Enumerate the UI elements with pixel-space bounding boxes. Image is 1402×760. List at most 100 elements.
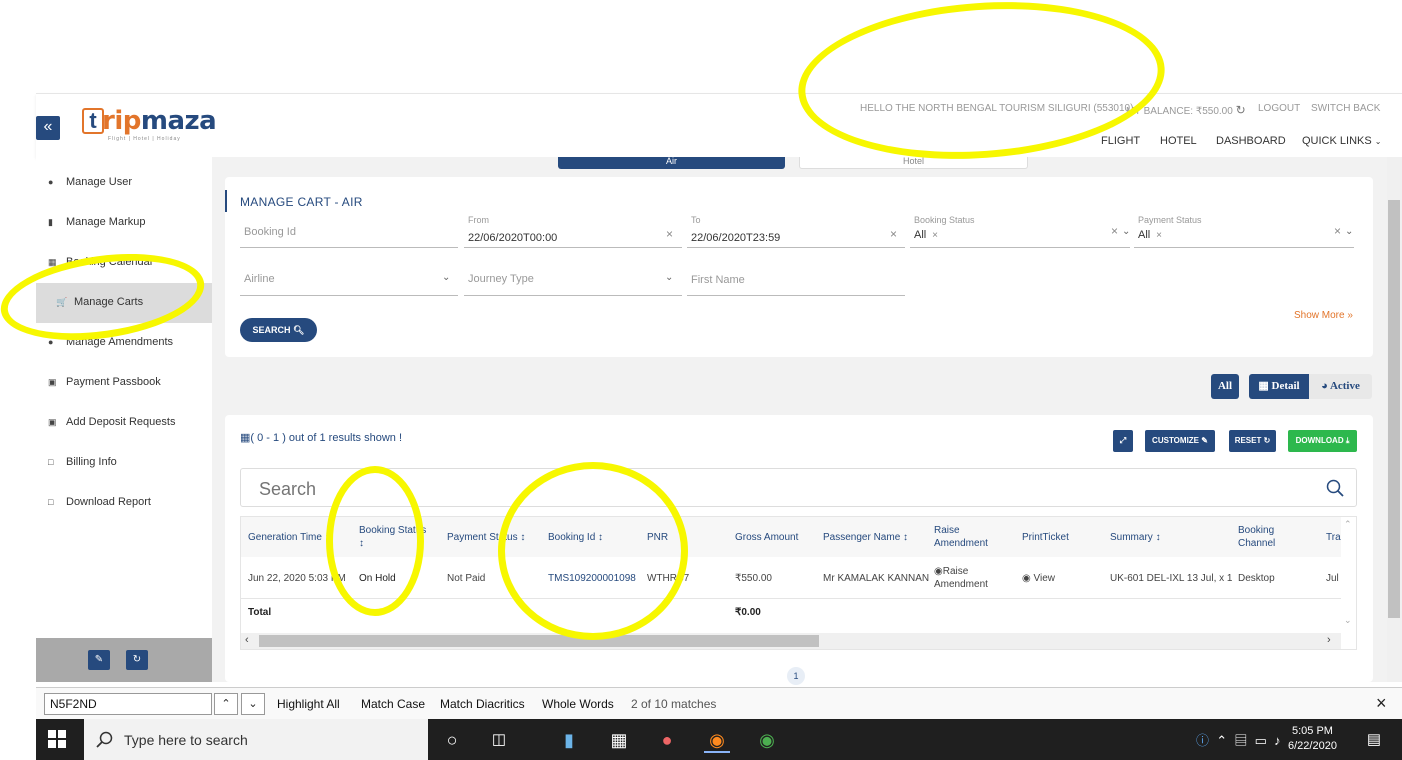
scroll-right-icon[interactable]: ›	[1327, 634, 1331, 646]
view-ticket-link[interactable]: ◉ View	[1022, 572, 1055, 585]
clear-from-icon[interactable]: ×	[666, 227, 673, 241]
booking-status-select[interactable]: All ×	[914, 229, 938, 241]
sidebar-item-label: Add Deposit Requests	[66, 416, 176, 428]
refresh-balance-icon[interactable]: ↻	[1236, 103, 1246, 117]
filter-card	[225, 177, 1373, 357]
pagination-page[interactable]: 1	[787, 667, 805, 685]
nav-quick-links[interactable]: QUICK LINKS ⌄	[1302, 135, 1381, 147]
table-horizontal-scrollbar[interactable]: ‹ ›	[241, 633, 1341, 649]
header-booking-channel[interactable]: Booking Channel	[1238, 524, 1288, 550]
sidebar-item-payment-passbook[interactable]: ▣ Payment Passbook	[36, 363, 212, 403]
results-count: ▦( 0 - 1 ) out of 1 results shown !	[240, 431, 402, 444]
task-view-icon[interactable]: ◫	[486, 727, 512, 753]
customize-button[interactable]: CUSTOMIZE ✎	[1145, 430, 1215, 452]
raise-amendment-link[interactable]: ◉Raise Amendment	[934, 565, 996, 591]
header-raise-amendment[interactable]: Raise Amendment	[934, 524, 994, 550]
whole-words-toggle[interactable]: Whole Words	[542, 697, 614, 711]
remove-tag-icon[interactable]: ×	[929, 230, 938, 241]
to-date-input[interactable]: 22/06/2020T23:59	[691, 232, 780, 244]
match-diacritics-toggle[interactable]: Match Diacritics	[440, 697, 525, 711]
header-generation-time[interactable]: Generation Time ↕	[248, 531, 330, 544]
switch-back-link[interactable]: SWITCH BACK	[1311, 103, 1380, 114]
notifications-icon[interactable]: ▤	[1361, 727, 1387, 753]
header-gross-amount[interactable]: Gross Amount	[735, 531, 798, 544]
refresh-icon[interactable]: ↻	[126, 650, 148, 670]
chrome-icon[interactable]: ◉	[754, 727, 780, 753]
highlight-all-toggle[interactable]: Highlight All	[277, 697, 340, 711]
header-print-ticket[interactable]: PrintTicket	[1022, 531, 1069, 544]
tab-hotel[interactable]: Hotel	[799, 157, 1028, 169]
edit-icon[interactable]: ✎	[88, 650, 110, 670]
journey-type-underline	[464, 295, 682, 296]
scroll-down-icon[interactable]: ⌄	[1344, 615, 1352, 626]
clear-payment-status-icon[interactable]: ×	[1334, 224, 1341, 238]
sidebar-item-download-report[interactable]: □ Download Report	[36, 483, 212, 523]
tab-air[interactable]: Air	[558, 157, 785, 169]
battery-icon[interactable]: ▭	[1251, 733, 1267, 748]
to-label: To	[691, 215, 701, 225]
tripmaza-logo[interactable]: t ripmaza Flight | Hotel | Holiday	[82, 104, 217, 144]
volume-icon[interactable]: ♪	[1271, 733, 1281, 748]
show-more-link[interactable]: Show More »	[1294, 310, 1353, 321]
toggle-active-button[interactable]: ◕ Active	[1309, 374, 1372, 399]
chevron-up-icon[interactable]: ⌃	[1213, 733, 1227, 748]
chevron-down-icon[interactable]: ⌄	[665, 272, 673, 283]
taskbar-clock[interactable]: 5:05 PM 6/22/2020	[1288, 724, 1337, 754]
sidebar-item-billing-info[interactable]: □ Billing Info	[36, 443, 212, 483]
from-date-input[interactable]: 22/06/2020T00:00	[468, 232, 557, 244]
header-summary[interactable]: Summary ↕	[1110, 531, 1161, 544]
remove-tag-icon[interactable]: ×	[1153, 230, 1162, 241]
booking-id-input[interactable]: Booking Id	[244, 226, 296, 238]
paint-icon[interactable]: ●	[654, 727, 680, 753]
from-label: From	[468, 215, 489, 225]
calculator-icon[interactable]: ▦	[606, 727, 632, 753]
nav-hotel[interactable]: HOTEL	[1160, 135, 1197, 147]
table-vertical-scrollbar[interactable]: ⌃ ⌄	[1341, 517, 1356, 633]
collapse-sidebar-button[interactable]: «	[36, 116, 60, 140]
find-previous-icon[interactable]: ⌃	[214, 693, 238, 715]
sidebar-item-manage-markup[interactable]: ▮ Manage Markup	[36, 203, 212, 243]
taskbar-search-box[interactable]: Type here to search	[84, 719, 428, 760]
scroll-up-icon[interactable]: ⌃	[1344, 519, 1352, 530]
first-name-input[interactable]: First Name	[691, 274, 745, 286]
clear-booking-status-icon[interactable]: ×	[1111, 224, 1118, 238]
nav-dashboard[interactable]: DASHBOARD	[1216, 135, 1286, 147]
horizontal-scrollbar-thumb[interactable]	[259, 635, 819, 647]
find-next-icon[interactable]: ⌄	[241, 693, 265, 715]
firefox-icon[interactable]: ◉	[704, 727, 730, 753]
search-icon[interactable]	[1326, 479, 1344, 497]
airline-underline	[240, 295, 458, 296]
windows-start-icon[interactable]	[48, 730, 66, 748]
find-input[interactable]: N5F2ND	[44, 693, 212, 715]
header-tra[interactable]: Tra	[1326, 531, 1341, 544]
search-button[interactable]: SEARCH 🔍︎	[240, 318, 317, 342]
match-case-toggle[interactable]: Match Case	[361, 697, 425, 711]
header-passenger-name[interactable]: Passenger Name ↕	[823, 531, 908, 544]
cortana-icon[interactable]: ○	[439, 727, 465, 753]
download-button[interactable]: DOWNLOAD ⤓	[1288, 430, 1357, 452]
scroll-left-icon[interactable]: ‹	[245, 634, 249, 646]
app-icon[interactable]: ▮	[556, 727, 582, 753]
toggle-detail-button[interactable]: ▦ Detail	[1249, 374, 1309, 399]
sidebar-item-add-deposit-requests[interactable]: ▣ Add Deposit Requests	[36, 403, 212, 443]
chevron-down-icon[interactable]: ⌄	[1122, 226, 1130, 237]
network-icon[interactable]: ▤	[1231, 733, 1247, 748]
toggle-all-button[interactable]: All	[1211, 374, 1239, 399]
logout-link[interactable]: LOGOUT	[1258, 103, 1300, 114]
clear-to-icon[interactable]: ×	[890, 227, 897, 241]
cell-booking-channel: Desktop	[1238, 573, 1275, 584]
find-match-count: 2 of 10 matches	[631, 697, 717, 711]
sidebar-item-manage-user[interactable]: ● Manage User	[36, 163, 212, 203]
airline-select[interactable]: Airline	[244, 273, 275, 285]
expand-icon[interactable]: ⤢	[1113, 430, 1133, 452]
reset-button[interactable]: RESET ↻	[1229, 430, 1276, 452]
journey-type-select[interactable]: Journey Type	[468, 273, 534, 285]
chevron-down-icon[interactable]: ⌄	[1345, 226, 1353, 237]
payment-status-select[interactable]: All ×	[1138, 229, 1162, 241]
chevron-down-icon[interactable]: ⌄	[442, 272, 450, 283]
nav-flight[interactable]: FLIGHT	[1101, 135, 1140, 147]
help-icon[interactable]: ⓘ	[1196, 733, 1209, 748]
close-icon[interactable]: ×	[1376, 693, 1387, 714]
pie-chart-icon: ◕	[1321, 380, 1328, 392]
page-scrollbar-thumb[interactable]	[1388, 200, 1400, 618]
